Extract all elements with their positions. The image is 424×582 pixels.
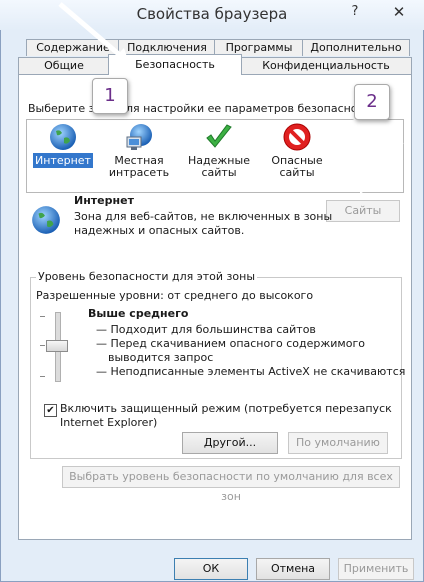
checkmark-icon xyxy=(206,124,232,148)
callout-step-1: 1 xyxy=(92,78,128,114)
security-level-group-title: Уровень безопасности для этой зоны xyxy=(36,270,257,283)
security-level-name: Выше среднего xyxy=(88,307,189,320)
protected-mode-checkbox[interactable]: ✔ xyxy=(44,404,57,417)
protected-mode-label-1: Включить защищенный режим (потребуется п… xyxy=(60,402,392,415)
allowed-levels-text: Разрешенные уровни: от среднего до высок… xyxy=(36,289,314,302)
zone-prompt: Выберите зону для настройки ее параметро… xyxy=(28,102,381,115)
level-bullet-1: — Подходит для большинства сайтов xyxy=(96,323,316,336)
level-bullet-3: выводится запрос xyxy=(108,351,214,364)
slider-tick xyxy=(40,316,45,317)
tab-content[interactable]: Содержание xyxy=(26,39,120,56)
reset-all-zones-button[interactable]: Выбрать уровень безопасности по умолчани… xyxy=(62,466,400,503)
zone-internet[interactable]: Интернет xyxy=(30,122,96,168)
zone-trusted-sites[interactable]: Надежные сайты xyxy=(186,122,252,179)
slider-tick xyxy=(40,345,45,346)
level-bullet-2: — Перед скачиванием опасного содержимого xyxy=(96,337,365,350)
slider-tick xyxy=(40,376,45,377)
close-button[interactable]: ✕ xyxy=(384,2,414,22)
callout-step-2: 2 xyxy=(354,84,390,120)
globe-icon xyxy=(50,124,76,150)
protected-mode-label-2: Internet Explorer) xyxy=(60,416,158,429)
tab-privacy[interactable]: Конфиденциальность xyxy=(240,57,412,74)
ok-button[interactable]: ОК xyxy=(174,558,248,580)
sites-button[interactable]: Сайты xyxy=(326,200,400,222)
security-level-slider-thumb[interactable] xyxy=(46,340,68,352)
zone-local-intranet[interactable]: Местная интрасеть xyxy=(106,122,172,179)
tab-advanced[interactable]: Дополнительно xyxy=(302,39,410,56)
help-button[interactable]: ? xyxy=(340,2,370,22)
cancel-button[interactable]: Отмена xyxy=(256,558,330,580)
zone-restricted-sites[interactable]: Опасные сайты xyxy=(264,122,330,179)
zone-label-restricted-2: сайты xyxy=(279,166,315,179)
zone-label-intranet-2: интрасеть xyxy=(108,166,170,179)
globe-icon xyxy=(32,206,60,234)
selected-zone-desc-2: надежных и опасных сайтов. xyxy=(74,224,245,237)
intranet-icon xyxy=(126,124,152,150)
tab-security[interactable]: Безопасность xyxy=(108,54,242,75)
apply-button[interactable]: Применить xyxy=(338,558,414,580)
level-bullet-4: — Неподписанные элементы ActiveX не скач… xyxy=(96,365,406,378)
custom-level-button[interactable]: Другой... xyxy=(182,432,278,454)
zone-label-trusted-2: сайты xyxy=(201,166,237,179)
tab-general[interactable]: Общие xyxy=(18,57,110,74)
default-level-button[interactable]: По умолчанию xyxy=(288,432,388,454)
selected-zone-title: Интернет xyxy=(74,194,134,207)
restricted-icon xyxy=(283,123,311,151)
selected-zone-desc-1: Зона для веб-сайтов, не включенных в зон… xyxy=(74,210,333,223)
zone-label-internet: Интернет xyxy=(33,153,93,168)
